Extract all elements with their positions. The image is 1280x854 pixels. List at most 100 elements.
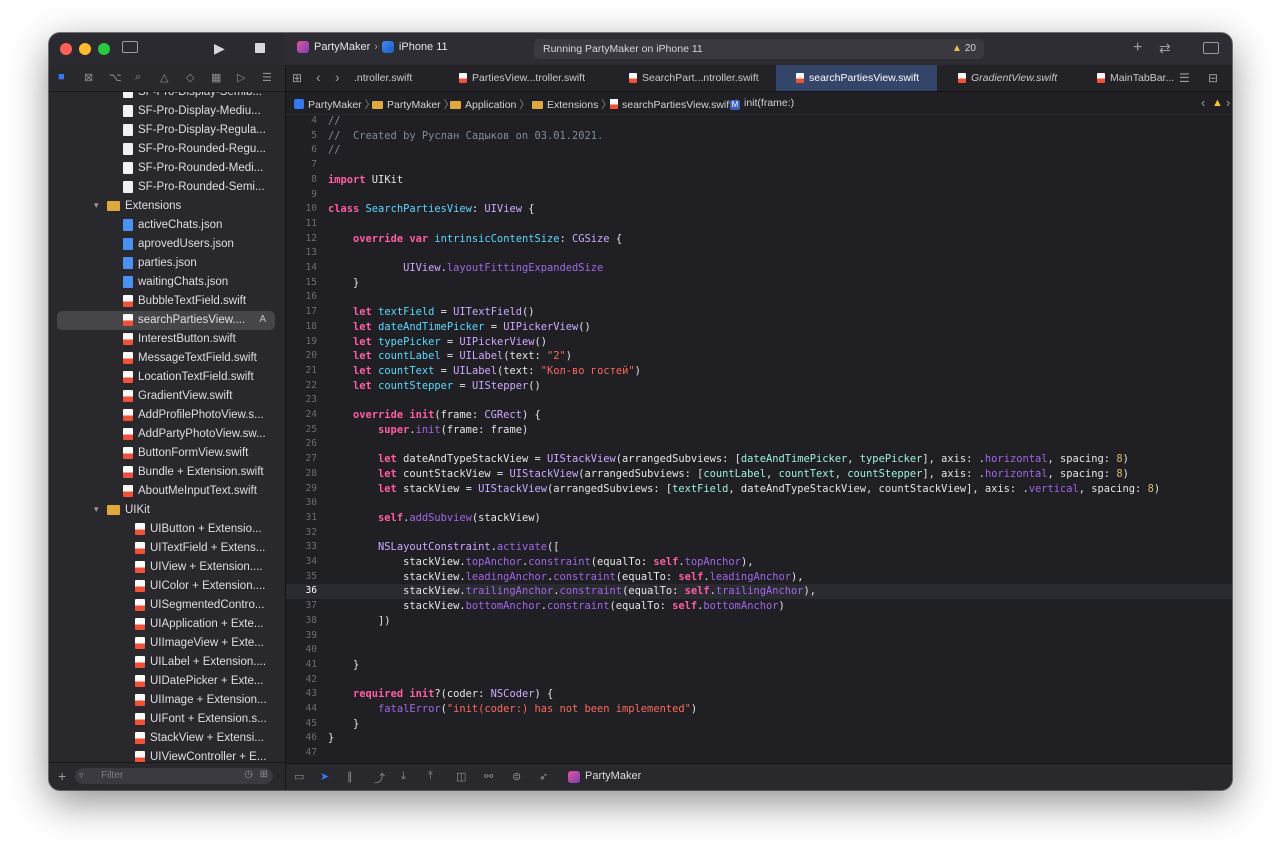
code-line[interactable]: // xyxy=(328,115,341,127)
breadcrumb-item[interactable]: Application 〉 xyxy=(450,97,530,112)
navigator-file[interactable]: UITextField + Extens... xyxy=(57,539,275,558)
code-line[interactable]: super.init(frame: frame) xyxy=(328,424,528,436)
report-icon[interactable]: ☰ xyxy=(262,71,272,84)
code-line[interactable]: // xyxy=(328,144,341,156)
navigator-file[interactable]: UIButton + Extensio... xyxy=(57,520,275,539)
navigator-group[interactable]: ▾ Extensions xyxy=(57,197,275,216)
pause-icon[interactable]: ∥ xyxy=(347,770,353,783)
navigator-file[interactable]: searchPartiesView.... A xyxy=(57,311,275,330)
breakpoints-toggle-icon[interactable]: ➤ xyxy=(320,770,329,783)
code-line[interactable]: } xyxy=(328,732,334,744)
code-line[interactable]: let dateAndTypeStackView = UIStackView(a… xyxy=(328,453,1129,465)
memory-graph-icon[interactable]: ⚯ xyxy=(484,770,493,783)
hide-debug-area-icon[interactable]: ▭ xyxy=(294,770,304,783)
back-arrow-icon[interactable]: ‹ xyxy=(316,69,321,85)
editor-tab[interactable]: .ntroller.swift xyxy=(338,65,438,91)
breakpoint-icon[interactable]: ▷ xyxy=(237,71,245,84)
navigator-file[interactable]: AddProfilePhotoView.s... xyxy=(57,406,275,425)
warning-badge[interactable]: ▲ 20 xyxy=(952,43,976,54)
navigator-file[interactable]: ButtonFormView.swift xyxy=(57,444,275,463)
symbol-icon[interactable]: ⌥ xyxy=(109,71,122,84)
code-line[interactable]: let stackView = UIStackView(arrangedSubv… xyxy=(328,483,1160,495)
filter-field[interactable]: ▿ Filter ◷ ⊞ xyxy=(75,768,273,784)
code-line[interactable]: fatalError("init(coder:) has not been im… xyxy=(328,703,697,715)
folder-icon[interactable]: ■ xyxy=(58,71,65,83)
next-issue-icon[interactable]: › xyxy=(1226,95,1230,111)
navigator-file[interactable]: BubbleTextField.swift xyxy=(57,292,275,311)
code-line[interactable]: stackView.leadingAnchor.constraint(equal… xyxy=(328,571,803,583)
navigator-file[interactable]: aprovedUsers.json xyxy=(57,235,275,254)
step-in-icon[interactable]: ⤓ xyxy=(401,770,406,783)
code-line[interactable]: required init?(coder: NSCoder) { xyxy=(328,688,553,700)
step-out-icon[interactable]: ⤒ xyxy=(428,770,433,783)
filter-options-icon[interactable]: ▿ xyxy=(79,770,84,781)
editor-tab[interactable]: SearchPart...ntroller.swift xyxy=(609,65,775,91)
inspector-toggle-icon[interactable] xyxy=(1203,42,1219,54)
navigator-file[interactable]: SF-Pro-Rounded-Medi... xyxy=(57,159,275,178)
code-line[interactable]: override init(frame: CGRect) { xyxy=(328,409,541,421)
source-editor[interactable]: 4 5 6 7 8 9 10 11 12 13 14 15 16 17 18 19 20 21 22 23 24 25 26… xyxy=(286,115,1232,764)
debug-icon[interactable]: ▦ xyxy=(211,71,221,84)
code-review-icon[interactable]: ⇄ xyxy=(1159,40,1171,56)
split-editor-icon[interactable]: ⊟ xyxy=(1208,70,1218,86)
disclosure-triangle-icon[interactable]: ▾ xyxy=(94,504,99,515)
sidebar-toggle-icon[interactable] xyxy=(122,41,138,53)
code-line[interactable]: NSLayoutConstraint.activate([ xyxy=(328,541,559,553)
run-button[interactable]: ▶ xyxy=(214,40,225,56)
add-library-icon[interactable]: + xyxy=(1133,40,1142,56)
navigator-file[interactable]: SF-Pro-Display-Semib... xyxy=(57,92,275,102)
scheme-selector[interactable]: PartyMaker › iPhone 11 xyxy=(297,41,448,53)
navigator-file[interactable]: LocationTextField.swift xyxy=(57,368,275,387)
code-line[interactable]: let textField = UITextField() xyxy=(328,306,534,318)
code-line[interactable]: let countLabel = UILabel(text: "2") xyxy=(328,350,572,362)
navigator-file[interactable]: SF-Pro-Display-Mediu... xyxy=(57,102,275,121)
navigator-file[interactable]: SF-Pro-Rounded-Regu... xyxy=(57,140,275,159)
test-icon[interactable]: ◇ xyxy=(186,71,194,84)
navigator-file[interactable]: SF-Pro-Display-Regula... xyxy=(57,121,275,140)
issue-icon[interactable]: △ xyxy=(160,71,168,84)
minimize-window-button[interactable] xyxy=(79,43,91,55)
code-line[interactable]: let typePicker = UIPickerView() xyxy=(328,336,547,348)
navigator-file[interactable]: waitingChats.json xyxy=(57,273,275,292)
editor-tab[interactable]: MainTabBar... xyxy=(1077,65,1174,91)
navigator-file[interactable]: UIFont + Extension.s... xyxy=(57,710,275,729)
code-line[interactable]: import UIKit xyxy=(328,174,403,186)
add-file-icon[interactable]: + xyxy=(58,768,66,784)
code-line[interactable]: let countStackView = UIStackView(arrange… xyxy=(328,468,1129,480)
recent-files-icon[interactable]: ◷ xyxy=(244,769,253,780)
breadcrumb-item[interactable]: Extensions 〉 xyxy=(532,97,612,112)
code-line[interactable]: } xyxy=(328,277,359,289)
breadcrumb-item[interactable]: PartyMaker 〉 xyxy=(294,97,375,112)
warning-icon[interactable]: ▲ xyxy=(1212,95,1223,111)
stop-button[interactable] xyxy=(255,43,265,53)
navigator-file[interactable]: UIImageView + Exte... xyxy=(57,634,275,653)
navigator-file[interactable]: UILabel + Extension.... xyxy=(57,653,275,672)
code-line[interactable]: class SearchPartiesView: UIView { xyxy=(328,203,534,215)
navigator-file[interactable]: AddPartyPhotoView.sw... xyxy=(57,425,275,444)
editor-options-icon[interactable]: ☰ xyxy=(1179,70,1190,86)
editor-tab[interactable]: GradientView.swift xyxy=(938,65,1076,91)
navigator-file[interactable]: UIColor + Extension.... xyxy=(57,577,275,596)
code-line[interactable]: let countStepper = UIStepper() xyxy=(328,380,541,392)
code-line[interactable]: } xyxy=(328,659,359,671)
code-line[interactable]: stackView.bottomAnchor.constraint(equalT… xyxy=(328,600,785,612)
navigator-file[interactable]: UISegmentedContro... xyxy=(57,596,275,615)
changed-files-icon[interactable]: ⊞ xyxy=(260,769,268,780)
navigator-file[interactable]: InterestButton.swift xyxy=(57,330,275,349)
navigator-file[interactable]: parties.json xyxy=(57,254,275,273)
source-control-icon[interactable]: ⊠ xyxy=(84,71,93,84)
breadcrumb-item[interactable]: searchPartiesView.swift 〉 xyxy=(610,97,746,112)
editor-tab[interactable]: PartiesView...troller.swift xyxy=(439,65,608,91)
navigator-file[interactable]: AboutMeInputText.swift xyxy=(57,482,275,501)
breadcrumb-item[interactable]: Minit(frame:) xyxy=(730,97,794,110)
code-line[interactable]: stackView.trailingAnchor.constraint(equa… xyxy=(328,585,816,597)
code-line[interactable]: self.addSubview(stackView) xyxy=(328,512,541,524)
navigator-file[interactable]: UIView + Extension.... xyxy=(57,558,275,577)
navigator-file[interactable]: UIApplication + Exte... xyxy=(57,615,275,634)
navigator-file[interactable]: UIViewController + E... xyxy=(57,748,275,762)
code-line[interactable]: // Created by Руслан Садыков on 03.01.20… xyxy=(328,130,603,142)
code-line[interactable]: stackView.topAnchor.constraint(equalTo: … xyxy=(328,556,753,568)
editor-tab[interactable]: searchPartiesView.swift xyxy=(776,65,937,91)
navigator-file[interactable]: UIImage + Extension... xyxy=(57,691,275,710)
navigator-file[interactable]: GradientView.swift xyxy=(57,387,275,406)
